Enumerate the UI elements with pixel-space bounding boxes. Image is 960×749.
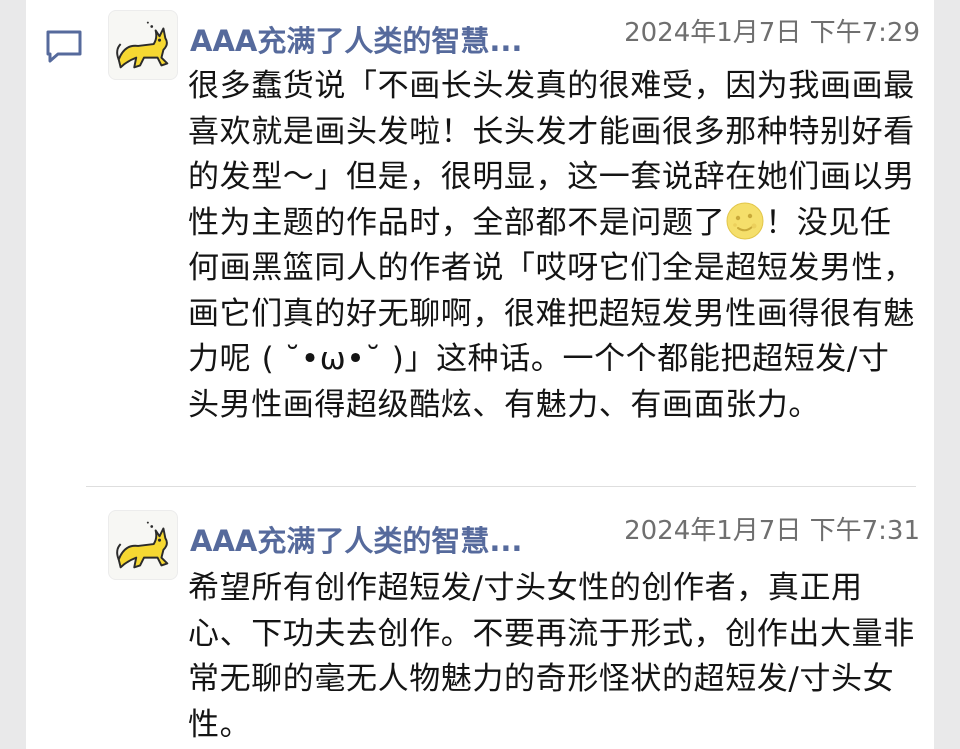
left-panel-edge — [0, 0, 26, 749]
message-text: 希望所有创作超短发/寸头女性的创作者，真正用心、下功夫去创作。不要再流于形式，创… — [188, 570, 915, 743]
comment-icon[interactable] — [44, 26, 84, 66]
message-text: 很多蠢货说「不画长头发真的很难受，因为我画画最喜欢就是画头发啦！长头发才能画很多… — [188, 64, 920, 428]
right-panel-edge — [934, 0, 960, 749]
author-name[interactable]: AAA充满了人类的智慧... — [190, 518, 522, 560]
yellow-cat-avatar-icon — [116, 21, 169, 69]
timestamp: 2024年1月7日 下午7:31 — [624, 516, 920, 546]
timestamp: 2024年1月7日 下午7:29 — [624, 18, 920, 48]
divider — [86, 486, 916, 487]
avatar[interactable] — [108, 510, 178, 580]
moon-face-emoji-icon — [726, 202, 764, 239]
avatar[interactable] — [108, 10, 178, 80]
yellow-cat-avatar-icon — [116, 521, 169, 569]
author-name[interactable]: AAA充满了人类的智慧... — [190, 18, 522, 60]
